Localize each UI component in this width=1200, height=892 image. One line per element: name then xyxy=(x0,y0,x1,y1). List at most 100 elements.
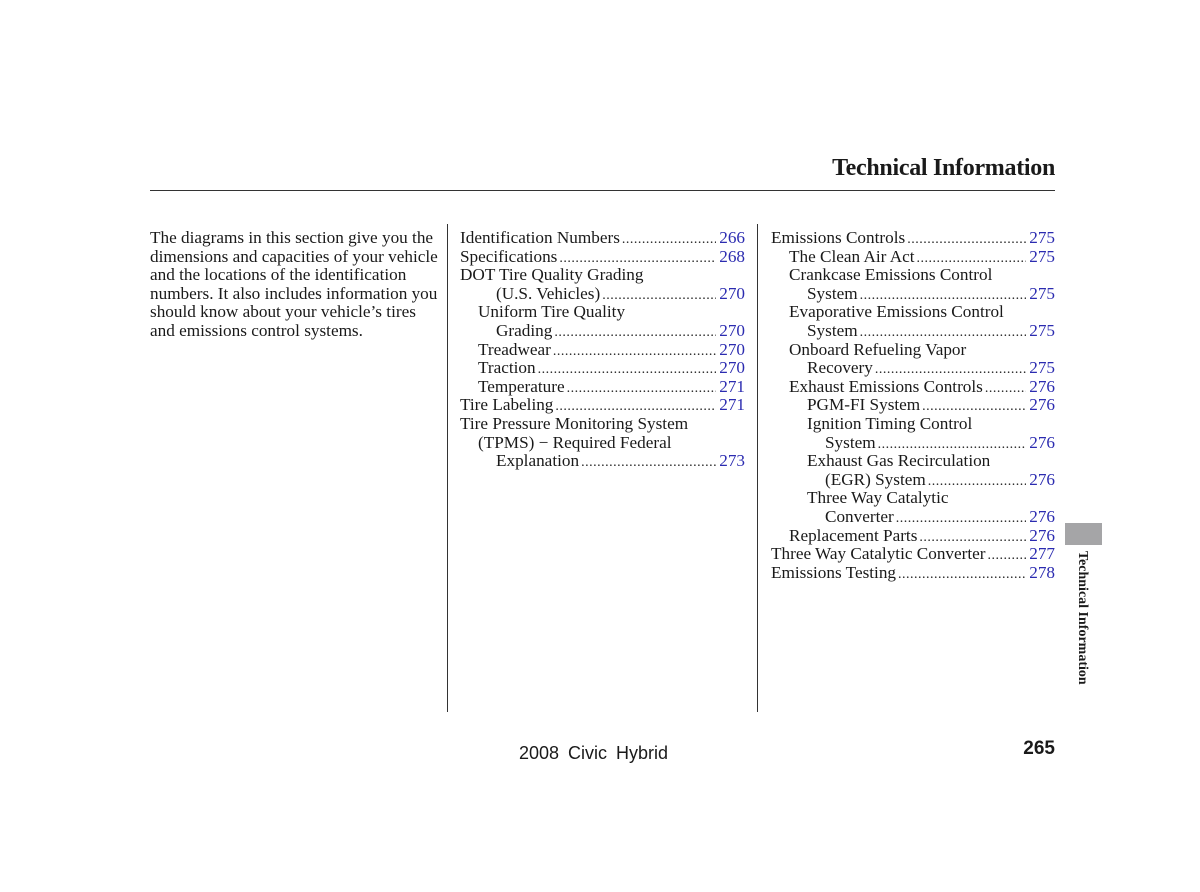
toc-entry-title: Identification Numbers xyxy=(460,228,620,247)
toc-column-2: Emissions Controls 275 The Clean Air Act 27… xyxy=(771,228,1055,585)
toc-entry[interactable]: PGM-FI System 276 xyxy=(771,396,1055,415)
toc-entry-title: System xyxy=(807,320,858,340)
toc-entry[interactable]: Grading 270 xyxy=(460,320,745,341)
page-title: Technical Information xyxy=(832,155,1055,181)
toc-entry-title: Recovery xyxy=(807,358,873,378)
toc-entry[interactable]: Temperature 271 xyxy=(460,377,745,399)
toc-entry-title: The Clean Air Act xyxy=(789,246,915,266)
toc-leader-dots xyxy=(581,452,716,473)
toc-page-link[interactable]: 276 xyxy=(1029,433,1055,453)
toc-page-link[interactable]: 275 xyxy=(1029,284,1055,304)
toc-entry-title: (EGR) System xyxy=(825,469,926,489)
footer-page-number: 265 xyxy=(1023,738,1055,759)
toc-page-link[interactable]: 275 xyxy=(1029,359,1055,378)
toc-page-link[interactable]: 276 xyxy=(1029,470,1055,490)
toc-entry-title: Grading xyxy=(496,320,553,340)
toc-entry[interactable]: Identification Numbers 266 xyxy=(460,228,745,250)
toc-entry-title: Ignition Timing Control xyxy=(807,413,973,433)
toc-leader-dots xyxy=(898,564,1026,585)
toc-page-link[interactable]: 270 xyxy=(719,284,745,304)
toc-entry-line: Uniform Tire Quality xyxy=(460,303,745,322)
toc-page-link[interactable]: 276 xyxy=(1029,396,1055,415)
toc-entry-title: System xyxy=(807,283,858,303)
toc-page-link[interactable]: 275 xyxy=(1029,321,1055,341)
toc-entry-title: System xyxy=(825,432,876,452)
toc-entry-title: Exhaust Emissions Controls xyxy=(789,376,983,396)
toc-entry[interactable]: Converter 276 xyxy=(771,506,1055,527)
toc-entry-title: Emissions Testing xyxy=(771,562,897,582)
toc-entry-line: Ignition Timing Control xyxy=(771,413,1055,434)
toc-page-link[interactable]: 268 xyxy=(719,247,745,267)
toc-entry-title: Evaporative Emissions Control xyxy=(789,302,1004,322)
toc-entry[interactable]: Replacement Parts 276 xyxy=(771,525,1055,546)
toc-entry-title: Traction xyxy=(478,358,536,378)
toc-entry-title: Three Way Catalytic Converter xyxy=(771,544,986,564)
toc-entry[interactable]: Emissions Controls 275 xyxy=(771,228,1055,250)
toc-entry[interactable]: System 275 xyxy=(771,283,1055,304)
toc-entry-line: DOT Tire Quality Grading xyxy=(460,266,745,285)
toc-page-link[interactable]: 270 xyxy=(719,321,745,341)
toc-entry-title: (U.S. Vehicles) xyxy=(496,283,601,303)
section-tab-label: Technical Information xyxy=(1075,551,1090,685)
header-rule xyxy=(150,190,1055,191)
column-divider xyxy=(447,224,448,712)
toc-entry-line: Onboard Refueling Vapor xyxy=(771,339,1055,360)
toc-entry[interactable]: (EGR) System 276 xyxy=(771,469,1055,490)
toc-entry[interactable]: Emissions Testing 278 xyxy=(771,562,1055,585)
toc-entry-line: (TPMS) − Required Federal xyxy=(460,433,745,453)
toc-entry-title: Specifications xyxy=(460,246,558,266)
toc-page-link[interactable]: 277 xyxy=(1029,544,1055,564)
toc-entry[interactable]: Traction 270 xyxy=(460,359,745,378)
toc-leader-dots xyxy=(907,229,1026,250)
toc-entry-title: Tire Labeling xyxy=(460,395,554,415)
toc-entry-title: Exhaust Gas Recirculation xyxy=(807,451,991,471)
toc-page-link[interactable]: 276 xyxy=(1029,526,1055,546)
toc-page-link[interactable]: 275 xyxy=(1029,247,1055,267)
toc-entry[interactable]: System 275 xyxy=(771,320,1055,341)
toc-page-link[interactable]: 270 xyxy=(719,359,745,378)
toc-entry[interactable]: System 276 xyxy=(771,432,1055,453)
toc-entry-title: Replacement Parts xyxy=(789,525,918,545)
toc-page-link[interactable]: 271 xyxy=(719,377,745,397)
toc-page-link[interactable]: 266 xyxy=(719,228,745,248)
toc-entry-title: Uniform Tire Quality xyxy=(478,302,626,322)
toc-entry-line: Exhaust Gas Recirculation xyxy=(771,452,1055,471)
toc-entry-title: PGM-FI System xyxy=(807,395,921,415)
footer-model-name: 2008 Civic Hybrid xyxy=(519,743,669,763)
column-divider xyxy=(757,224,758,712)
toc-leader-dots xyxy=(622,229,716,250)
toc-page-link[interactable]: 278 xyxy=(1029,563,1055,583)
toc-entry[interactable]: Explanation 273 xyxy=(460,452,745,471)
toc-entry-line: Evaporative Emissions Control xyxy=(771,303,1055,322)
toc-entry-title: Treadwear xyxy=(478,339,551,359)
toc-page-link[interactable]: 271 xyxy=(719,396,745,415)
intro-paragraph: The diagrams in this section give you th… xyxy=(150,228,438,340)
toc-entry[interactable]: (U.S. Vehicles) 270 xyxy=(460,283,745,304)
toc-entry-line: Tire Pressure Monitoring System xyxy=(460,414,745,434)
toc-page-link[interactable]: 276 xyxy=(1029,377,1055,397)
toc-entry[interactable]: Specifications 268 xyxy=(460,246,745,267)
toc-entry[interactable]: Exhaust Emissions Controls 276 xyxy=(771,376,1055,397)
section-tab-marker[interactable] xyxy=(1065,523,1102,545)
toc-entry[interactable]: The Clean Air Act 275 xyxy=(771,246,1055,267)
toc-leader-dots xyxy=(567,378,717,399)
toc-entry-title: Emissions Controls xyxy=(771,228,906,247)
toc-entry-title: Converter xyxy=(825,506,894,526)
toc-page-link[interactable]: 275 xyxy=(1029,228,1055,248)
toc-entry-title: Explanation xyxy=(496,451,580,471)
toc-entry[interactable]: Recovery 275 xyxy=(771,359,1055,378)
toc-entry-title: Onboard Refueling Vapor xyxy=(789,339,967,359)
toc-entry-title: DOT Tire Quality Grading xyxy=(460,265,644,285)
toc-entry-line: Crankcase Emissions Control xyxy=(771,266,1055,285)
toc-column-1: Identification Numbers 266 Specifications 2… xyxy=(460,228,745,471)
toc-page-link[interactable]: 276 xyxy=(1029,507,1055,527)
toc-entry-title: Crankcase Emissions Control xyxy=(789,265,993,285)
toc-page-link[interactable]: 273 xyxy=(719,452,745,471)
toc-leader-dots xyxy=(553,341,716,362)
toc-entry[interactable]: Treadwear 270 xyxy=(460,339,745,362)
toc-entry[interactable]: Tire Labeling 271 xyxy=(460,396,745,415)
toc-entry-line: Three Way Catalytic xyxy=(771,489,1055,508)
toc-page-link[interactable]: 270 xyxy=(719,340,745,360)
toc-entry[interactable]: Three Way Catalytic Converter 277 xyxy=(771,544,1055,564)
toc-entry-title: Three Way Catalytic xyxy=(807,488,949,508)
